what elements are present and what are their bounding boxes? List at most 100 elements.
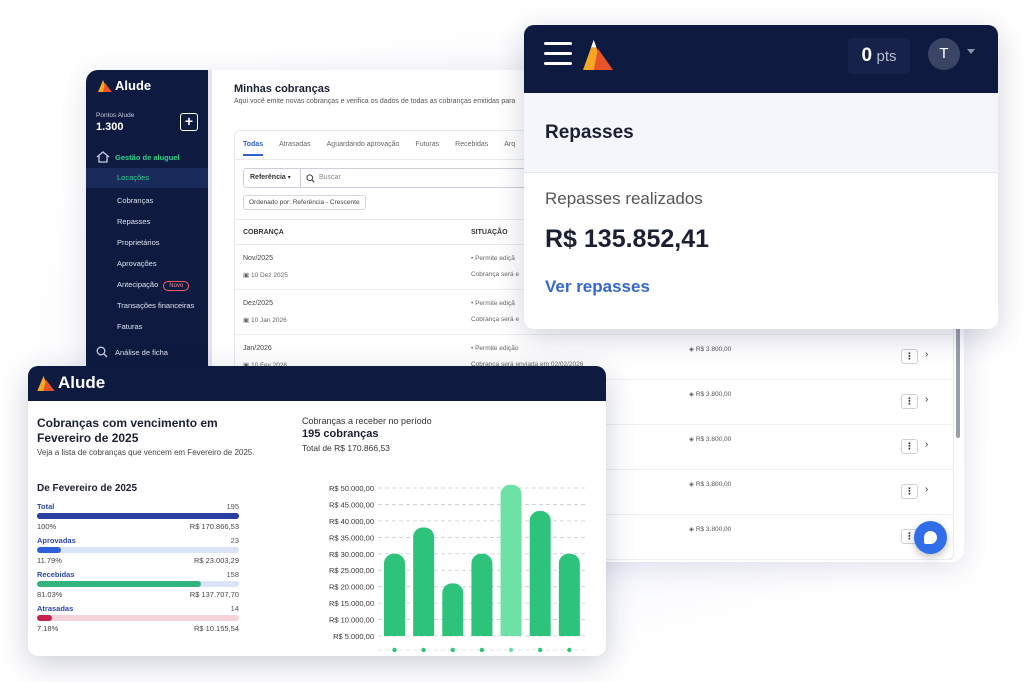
alude-logo-icon[interactable] [583, 40, 613, 70]
tabs: Todas Atrasadas Aguardando aprovação Fut… [243, 141, 515, 156]
stat-name: Atrasadas [37, 604, 74, 613]
bar[interactable] [471, 553, 493, 636]
points-display[interactable]: 0 pts [848, 38, 910, 74]
tab-atrasadas[interactable]: Atrasadas [279, 141, 311, 156]
row-note: Cobrança será e [471, 316, 520, 323]
bar[interactable] [500, 484, 522, 636]
brand-logo[interactable]: Alude [37, 373, 105, 393]
page-title: Minhas cobranças [234, 83, 330, 95]
app-header: Alude [28, 366, 606, 401]
stat-atrasadas[interactable]: Atrasadas 14 7.18% R$ 10.155,54 [37, 604, 239, 637]
brand-name: Alude [115, 78, 152, 93]
search-placeholder: Buscar [319, 174, 341, 181]
bar[interactable] [384, 553, 405, 636]
chevron-down-icon[interactable] [967, 49, 975, 54]
stat-count: 14 [230, 604, 239, 613]
y-tick-label: R$ 5.000,00 [333, 632, 374, 641]
chat-button[interactable] [914, 521, 947, 554]
y-tick-label: R$ 20.000,00 [329, 583, 374, 592]
sidebar-item-cobrancas[interactable]: Cobranças [117, 196, 153, 205]
chevron-right-icon[interactable]: › [925, 484, 928, 495]
stat-percent: 11.79% [37, 556, 62, 565]
chevron-right-icon[interactable]: › [925, 394, 928, 405]
row-amount: ◈ R$ 3.800,00 [689, 390, 731, 398]
sidebar-item-antecipacao[interactable]: Antecipação Novo [117, 280, 190, 291]
chevron-right-icon[interactable]: › [925, 349, 928, 360]
kebab-menu-icon[interactable]: ⋮ [901, 349, 918, 364]
y-tick-label: R$ 50.000,00 [329, 484, 374, 493]
tab-arquivadas[interactable]: Arq [504, 141, 515, 156]
sidebar-item-proprietarios[interactable]: Proprietários [117, 238, 160, 247]
section-description: Veja a lista de cobranças que vencem em … [37, 448, 255, 457]
sidebar-item-locacoes[interactable]: Locações [86, 168, 208, 188]
stat-recebidas[interactable]: Recebidas 158 81.03% R$ 137.707,70 [37, 570, 239, 603]
repasses-subtitle: Repasses realizados [545, 189, 703, 208]
column-situacao[interactable]: SITUAÇÃO [471, 229, 508, 236]
x-marker [450, 647, 455, 653]
sidebar-item-aprovacoes[interactable]: Aprovações [117, 259, 157, 268]
stat-count: 195 [226, 502, 239, 511]
select-value: Referência [250, 174, 286, 181]
points-label: Pontos Alude [96, 112, 135, 119]
bar[interactable] [529, 511, 551, 636]
sidebar-item-transacoes[interactable]: Transações financeiras [117, 301, 194, 310]
scrollbar[interactable] [956, 322, 960, 438]
chart-count: 195 cobranças [302, 428, 379, 440]
stat-value: R$ 23.003,29 [193, 556, 239, 565]
sidebar-item-faturas[interactable]: Faturas [117, 322, 142, 331]
stat-aprovadas[interactable]: Aprovadas 23 11.79% R$ 23.003,29 [37, 536, 239, 569]
y-tick-label: R$ 30.000,00 [329, 550, 374, 559]
row-amount-text: R$ 3.800,00 [695, 436, 732, 443]
kebab-menu-icon[interactable]: ⋮ [901, 484, 918, 499]
sidebar-item-analise[interactable]: Análise de ficha [96, 346, 168, 358]
sort-chip[interactable]: Ordenado por: Referência - Crescente [243, 195, 366, 210]
section-heading: Cobranças com vencimento em Fevereiro de… [37, 416, 218, 445]
row-status-text: Permite ediçã [475, 300, 515, 307]
plus-icon[interactable]: + [180, 113, 198, 131]
section-label: Gestão de aluguel [115, 152, 180, 162]
row-amount: ◈ R$ 3.800,00 [689, 435, 731, 443]
row-month: Dez/2025 [243, 300, 273, 307]
stat-percent: 100% [37, 522, 57, 531]
chevron-right-icon[interactable]: › [925, 439, 928, 450]
y-tick-label: R$ 10.000,00 [329, 616, 374, 625]
tab-aguardando[interactable]: Aguardando aprovação [327, 141, 400, 156]
search-input[interactable]: Buscar [301, 168, 541, 188]
kebab-menu-icon[interactable]: ⋮ [901, 394, 918, 409]
y-tick-label: R$ 40.000,00 [329, 517, 374, 526]
kebab-menu-icon[interactable]: ⋮ [901, 439, 918, 454]
hamburger-menu-icon[interactable] [544, 42, 572, 66]
sidebar-section-gestao[interactable]: Gestão de aluguel [96, 151, 180, 163]
sidebar-logo[interactable]: Alude [98, 78, 151, 93]
stat-total[interactable]: Total 195 100% R$ 170.866,53 [37, 502, 239, 535]
page-description: Aqui você emite novas cobranças e verifi… [234, 98, 516, 105]
reference-select[interactable]: Referência ▾ [243, 168, 301, 188]
avatar[interactable]: T [928, 38, 960, 70]
row-amount-text: R$ 3.800,00 [695, 526, 732, 533]
sidebar-item-label: Antecipação [117, 280, 159, 289]
sidebar-item-repasses[interactable]: Repasses [117, 217, 150, 226]
bar-base [471, 625, 493, 636]
x-marker [421, 647, 426, 653]
alude-logo-icon [37, 375, 55, 391]
points-value: 0 [861, 45, 873, 66]
x-marker [392, 647, 397, 653]
stat-fill [37, 513, 239, 519]
column-cobranca[interactable]: COBRANÇA [243, 229, 284, 236]
tab-futuras[interactable]: Futuras [415, 141, 439, 156]
bar[interactable] [558, 553, 580, 636]
alude-logo-icon [98, 79, 112, 92]
row-status: • Permite ediçã [471, 300, 515, 307]
row-amount: ◈ R$ 3.800,00 [689, 525, 731, 533]
tab-recebidas[interactable]: Recebidas [455, 141, 488, 156]
ver-repasses-link[interactable]: Ver repasses [545, 277, 650, 297]
chart-heading: Cobranças a receber no período [302, 416, 432, 426]
search-icon [96, 346, 108, 358]
bar[interactable] [413, 527, 435, 636]
stat-fill [37, 547, 61, 553]
filter-row: Referência ▾ Buscar [243, 168, 541, 188]
brand-name: Alude [58, 373, 106, 392]
y-tick-label: R$ 45.000,00 [329, 500, 374, 509]
row-status: • Permite ediçã [471, 255, 515, 262]
tab-todas[interactable]: Todas [243, 141, 264, 156]
